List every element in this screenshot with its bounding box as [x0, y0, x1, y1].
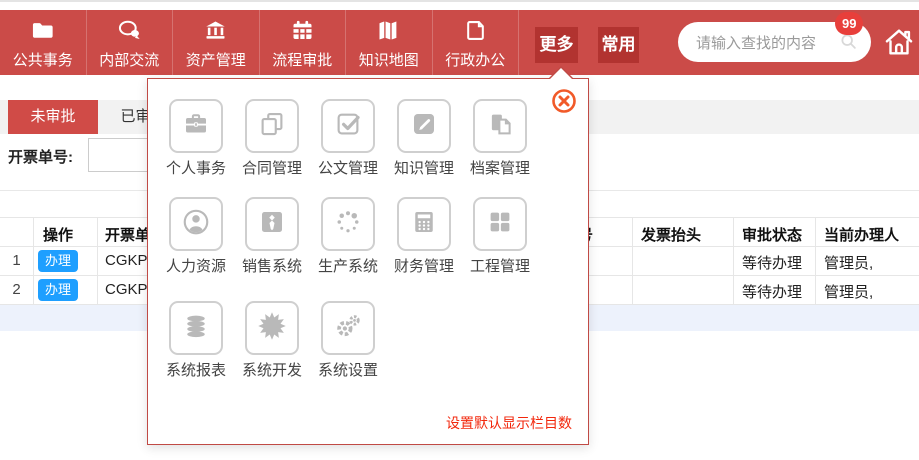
app-tile-system-settings[interactable]: [321, 301, 375, 355]
person-icon: [181, 207, 211, 241]
nav-item-admin-office[interactable]: 行政办公: [433, 10, 520, 75]
column-header-invoice-title: 发票抬头: [641, 224, 701, 245]
invoice-no-label: 开票单号:: [8, 146, 73, 167]
notification-badge[interactable]: 99: [835, 12, 863, 35]
bank-icon: [202, 16, 229, 46]
app-tile-label[interactable]: 系统开发: [234, 359, 310, 380]
close-icon[interactable]: [550, 87, 578, 115]
app-tile-label[interactable]: 公文管理: [310, 157, 386, 178]
app-tile-finance-management[interactable]: [397, 197, 451, 251]
popup-arrow-inner: [550, 68, 572, 79]
app-tile-knowledge-management[interactable]: [397, 99, 451, 153]
app-tile-label[interactable]: 生产系统: [310, 255, 386, 276]
nav-label: 流程审批: [272, 49, 332, 70]
column-divider: [632, 217, 633, 305]
nav-item-internal-exchange[interactable]: 内部交流: [87, 10, 174, 75]
app-tile-personal-affairs[interactable]: [169, 99, 223, 153]
app-tile-label[interactable]: 人力资源: [158, 255, 234, 276]
row-index: 2: [0, 281, 33, 298]
column-header-operation: 操作: [43, 224, 73, 245]
document-icon: [462, 16, 489, 46]
handle-button[interactable]: 办理: [38, 250, 78, 272]
cell-status: 等待办理: [742, 252, 802, 273]
burst-icon: [257, 311, 287, 345]
chat-icon: [116, 16, 143, 46]
handle-button[interactable]: 办理: [38, 279, 78, 301]
column-header-approval-status: 审批状态: [742, 224, 802, 245]
column-divider: [33, 217, 34, 305]
nav-item-process-approval[interactable]: 流程审批: [260, 10, 347, 75]
nav-item-public-affairs[interactable]: 公共事务: [0, 10, 87, 75]
column-divider: [815, 217, 816, 305]
tie-icon: [257, 207, 287, 241]
map-icon: [375, 16, 402, 46]
app-tile-label[interactable]: 销售系统: [234, 255, 310, 276]
app-tile-label[interactable]: 系统设置: [310, 359, 386, 380]
calendar-icon: [289, 16, 316, 46]
nav-item-knowledge-map[interactable]: 知识地图: [346, 10, 433, 75]
app-tile-label[interactable]: 财务管理: [386, 255, 462, 276]
row-index: 1: [0, 252, 33, 269]
app-tile-document-management[interactable]: [321, 99, 375, 153]
column-divider: [97, 217, 98, 305]
app-tile-sales-system[interactable]: [245, 197, 299, 251]
cell-handler: 管理员,: [824, 252, 873, 273]
app-tile-contract-management[interactable]: [245, 99, 299, 153]
app-tile-label[interactable]: 合同管理: [234, 157, 310, 178]
top-strip: [0, 0, 919, 10]
app-tile-label[interactable]: 档案管理: [462, 157, 538, 178]
nav-label: 行政办公: [445, 49, 505, 70]
app-tile-human-resources[interactable]: [169, 197, 223, 251]
app-tile-label[interactable]: 个人事务: [158, 157, 234, 178]
more-apps-popup: 个人事务 合同管理 公文管理 知识管理 档案管理 人力资源 销售系统 生产系统 …: [147, 78, 589, 445]
column-header-current-handler: 当前办理人: [824, 224, 899, 245]
grid-icon: [485, 207, 515, 241]
database-icon: [181, 311, 211, 345]
nav-label: 内部交流: [99, 49, 159, 70]
app-window: 公共事务 内部交流 资产管理 流程审批 知识地图: [0, 0, 919, 460]
search-input[interactable]: [694, 22, 828, 64]
tab-unapproved[interactable]: 未审批: [8, 100, 98, 134]
more-button[interactable]: 更多: [535, 27, 578, 63]
app-tile-label[interactable]: 知识管理: [386, 157, 462, 178]
cell-handler: 管理员,: [824, 281, 873, 302]
nav-item-asset-management[interactable]: 资产管理: [173, 10, 260, 75]
app-tile-label[interactable]: 系统报表: [158, 359, 234, 380]
pencil-icon: [409, 109, 439, 143]
archive-icon: [485, 109, 515, 143]
app-tile-archive-management[interactable]: [473, 99, 527, 153]
folder-icon: [29, 16, 56, 46]
nav-label: 资产管理: [186, 49, 246, 70]
cell-status: 等待办理: [742, 281, 802, 302]
home-icon[interactable]: [882, 25, 916, 59]
checkbox-icon: [333, 109, 363, 143]
app-tile-label[interactable]: 工程管理: [462, 255, 538, 276]
column-divider: [733, 217, 734, 305]
favorites-button[interactable]: 常用: [598, 27, 639, 63]
app-tile-engineering-management[interactable]: [473, 197, 527, 251]
nav-label: 公共事务: [13, 49, 73, 70]
app-tile-production-system[interactable]: [321, 197, 375, 251]
gears-icon: [333, 311, 363, 345]
briefcase-icon: [181, 109, 211, 143]
app-tile-system-reports[interactable]: [169, 301, 223, 355]
nav-label: 知识地图: [359, 49, 419, 70]
app-tile-system-development[interactable]: [245, 301, 299, 355]
calculator-icon: [409, 207, 439, 241]
spinner-icon: [333, 207, 363, 241]
copy-icon: [257, 109, 287, 143]
set-default-columns-link[interactable]: 设置默认显示栏目数: [446, 413, 572, 433]
